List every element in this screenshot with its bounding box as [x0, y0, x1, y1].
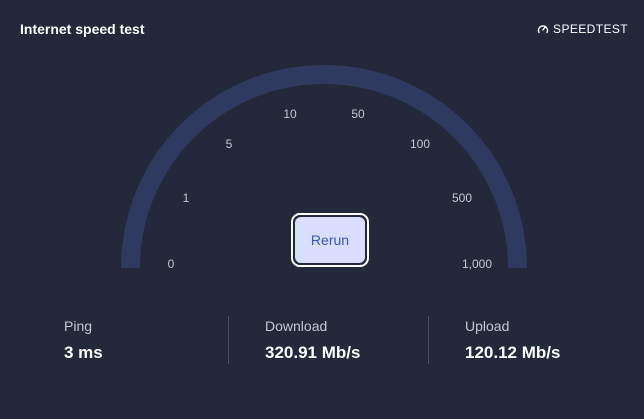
ping-value: 3 ms: [64, 343, 103, 362]
stat-upload: Upload 120.12 Mb/s: [465, 308, 560, 363]
stats-row: Ping 3 ms Download 320.91 Mb/s Upload 12…: [0, 308, 644, 372]
stat-divider: [428, 316, 429, 364]
ping-label: Ping: [64, 318, 93, 334]
gauge-tick: 100: [409, 137, 431, 151]
download-label: Download: [265, 318, 328, 334]
gauge-tick: 0: [167, 257, 175, 271]
speed-test-card: Internet speed test SPEEDTEST 0 1 5 10 5…: [0, 0, 644, 419]
upload-value: 120.12 Mb/s: [465, 343, 561, 362]
stat-download: Download 320.91 Mb/s: [265, 308, 360, 363]
download-value: 320.91 Mb/s: [265, 343, 361, 362]
gauge-tick: 1,000: [461, 257, 493, 271]
stat-ping: Ping 3 ms: [64, 308, 103, 363]
gauge-tick: 1: [182, 191, 190, 205]
gauge-tick: 500: [451, 191, 473, 205]
stat-divider: [228, 316, 229, 364]
gauge-tick: 10: [283, 107, 297, 121]
rerun-button-label: Rerun: [295, 217, 365, 263]
gauge-tick: 5: [225, 137, 233, 151]
upload-label: Upload: [465, 318, 510, 334]
rerun-button[interactable]: Rerun: [291, 213, 369, 267]
gauge-tick: 50: [351, 107, 365, 121]
